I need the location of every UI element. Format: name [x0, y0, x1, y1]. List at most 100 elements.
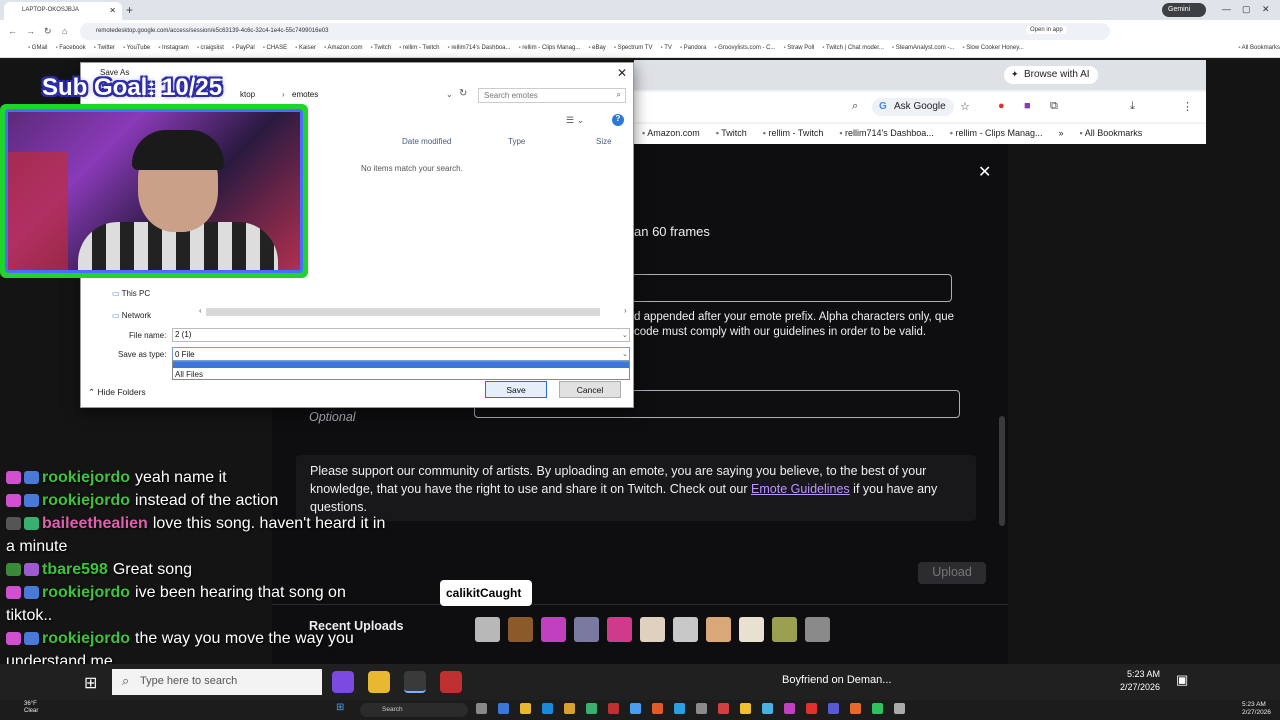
emote-thumbnail[interactable]: [607, 617, 632, 642]
emote-code-field[interactable]: [600, 274, 952, 302]
file-name-input[interactable]: 2 (1): [172, 328, 630, 342]
bookmark-item[interactable]: GMail: [28, 45, 48, 57]
scroll-left-icon[interactable]: ‹: [199, 306, 202, 315]
chevron-down-icon[interactable]: ⌄: [622, 331, 628, 339]
taskbar-app-icon[interactable]: [740, 703, 751, 714]
emote-guidelines-link[interactable]: Emote Guidelines: [751, 482, 850, 496]
extension-icon[interactable]: ■: [1024, 100, 1031, 112]
bookmark-item[interactable]: YouTube: [123, 45, 151, 57]
bookmark-item[interactable]: rellim - Clips Manag...: [950, 128, 1043, 144]
bookmark-item[interactable]: rellim - Twitch: [763, 128, 823, 144]
bookmark-item[interactable]: eBay: [588, 45, 606, 57]
taskbar-app-icon[interactable]: [586, 703, 597, 714]
close-window-icon[interactable]: ✕: [1262, 4, 1270, 15]
bookmark-item[interactable]: Kaiser: [295, 45, 316, 57]
bookmark-item[interactable]: TV: [661, 45, 672, 57]
bookmark-item[interactable]: craigslist: [197, 45, 224, 57]
horizontal-scrollbar[interactable]: [206, 308, 600, 316]
bookmark-item[interactable]: Amazon.com: [324, 45, 362, 57]
back-icon[interactable]: ←: [8, 26, 17, 36]
dialog-close-icon[interactable]: ✕: [617, 66, 627, 80]
taskbar-app-icon[interactable]: [498, 703, 509, 714]
extension-icon[interactable]: ●: [998, 100, 1005, 112]
search-input[interactable]: Search emotes ⌕: [478, 88, 626, 103]
taskbar-app-icon[interactable]: [806, 703, 817, 714]
gemini-button[interactable]: Gemini: [1162, 3, 1206, 17]
nav-network[interactable]: ▭ Network: [112, 311, 151, 320]
emote-thumbnail[interactable]: [574, 617, 599, 642]
bookmark-item[interactable]: rellim - Clips Manag...: [519, 45, 580, 57]
maximize-icon[interactable]: ▢: [1242, 4, 1251, 15]
browse-with-ai-button[interactable]: Browse with AI: [1004, 66, 1098, 84]
emote-thumbnail[interactable]: [673, 617, 698, 642]
taskbar-app-icon[interactable]: [630, 703, 641, 714]
chevron-down-icon[interactable]: ⌄: [622, 350, 628, 358]
bookmark-item[interactable]: Twitch: [716, 128, 747, 144]
emote-thumbnail[interactable]: [508, 617, 533, 642]
bookmark-item[interactable]: rellim - Twitch: [399, 45, 440, 57]
hide-folders-toggle[interactable]: ⌃ Hide Folders: [88, 387, 146, 398]
outer-tab[interactable]: LAPTOP-OKOSJBJA ✕: [4, 2, 122, 20]
address-bar[interactable]: remotedesktop.google.com/access/session/…: [80, 23, 1110, 40]
copilot-icon[interactable]: [332, 671, 354, 693]
bookmark-item[interactable]: Spectrum TV: [614, 45, 653, 57]
bookmark-star-icon[interactable]: ☆: [960, 100, 970, 113]
column-size[interactable]: Size: [596, 137, 612, 146]
emote-thumbnail[interactable]: [541, 617, 566, 642]
taskbar-app-icon[interactable]: [520, 703, 531, 714]
windows-start-icon[interactable]: ⊞: [336, 702, 344, 713]
bookmark-item[interactable]: Amazon.com: [642, 128, 700, 144]
path-parent[interactable]: ktop: [240, 90, 255, 99]
chevron-down-icon[interactable]: ⌄: [446, 90, 453, 99]
chrome-icon[interactable]: [404, 671, 426, 693]
menu-icon[interactable]: ⋮: [1182, 100, 1193, 113]
bookmark-item[interactable]: Instagram: [158, 45, 189, 57]
bookmark-item[interactable]: Straw Poll: [783, 45, 814, 57]
refresh-icon[interactable]: ↻: [459, 88, 467, 99]
host-search-box[interactable]: Search: [360, 703, 468, 717]
more-bookmarks-icon[interactable]: »: [1059, 128, 1064, 144]
emote-thumbnail[interactable]: [640, 617, 665, 642]
bookmark-item[interactable]: PayPal: [232, 45, 255, 57]
taskbar-app-icon[interactable]: [608, 703, 619, 714]
help-icon[interactable]: ?: [612, 114, 624, 126]
bookmark-item[interactable]: rellim714's Dashboa...: [448, 45, 510, 57]
emote-thumbnail[interactable]: [739, 617, 764, 642]
taskbar-app-icon[interactable]: [872, 703, 883, 714]
bookmark-item[interactable]: Twitter: [94, 45, 115, 57]
bookmark-item[interactable]: Pandora: [680, 45, 707, 57]
taskbar-app-icon[interactable]: [894, 703, 905, 714]
all-bookmarks[interactable]: All Bookmarks: [1238, 45, 1280, 57]
bookmark-item[interactable]: CHASE: [263, 45, 287, 57]
taskbar-app-icon[interactable]: [564, 703, 575, 714]
remote-search-box[interactable]: Type here to search: [112, 669, 322, 695]
reload-icon[interactable]: ↻: [44, 26, 52, 37]
app-icon[interactable]: [440, 671, 462, 693]
taskbar-app-icon[interactable]: [784, 703, 795, 714]
minimize-icon[interactable]: —: [1222, 4, 1231, 14]
bookmark-item[interactable]: Slow Cooker Honey...: [962, 45, 1024, 57]
emote-thumbnail[interactable]: [805, 617, 830, 642]
taskbar-app-icon[interactable]: [542, 703, 553, 714]
bookmark-item[interactable]: rellim714's Dashboa...: [839, 128, 934, 144]
windows-start-icon[interactable]: ⊞: [84, 673, 97, 693]
taskbar-app-icon[interactable]: [850, 703, 861, 714]
media-player-title[interactable]: Boyfriend on Deman...: [782, 674, 891, 686]
save-as-type-select[interactable]: 0 File: [172, 347, 630, 361]
file-explorer-icon[interactable]: [368, 671, 390, 693]
dropdown-option-highlighted[interactable]: [173, 362, 629, 368]
bookmark-item[interactable]: Twitch: [370, 45, 391, 57]
bookmark-item[interactable]: SteamAnalyst.com -...: [892, 45, 955, 57]
all-bookmarks[interactable]: All Bookmarks: [1080, 128, 1143, 144]
taskbar-app-icon[interactable]: [696, 703, 707, 714]
zoom-icon[interactable]: ⌕: [852, 100, 858, 113]
taskbar-app-icon[interactable]: [762, 703, 773, 714]
view-options-icon[interactable]: ☰ ⌄: [566, 115, 584, 126]
home-icon[interactable]: ⌂: [62, 26, 67, 36]
extensions-icon[interactable]: ⧉: [1050, 100, 1058, 113]
close-icon[interactable]: ✕: [978, 162, 991, 182]
upload-button[interactable]: Upload: [918, 562, 986, 584]
open-in-app-button[interactable]: Open in app: [1026, 26, 1067, 34]
new-tab-icon[interactable]: +: [126, 3, 133, 17]
weather-widget[interactable]: 36°F Clear: [24, 701, 38, 715]
